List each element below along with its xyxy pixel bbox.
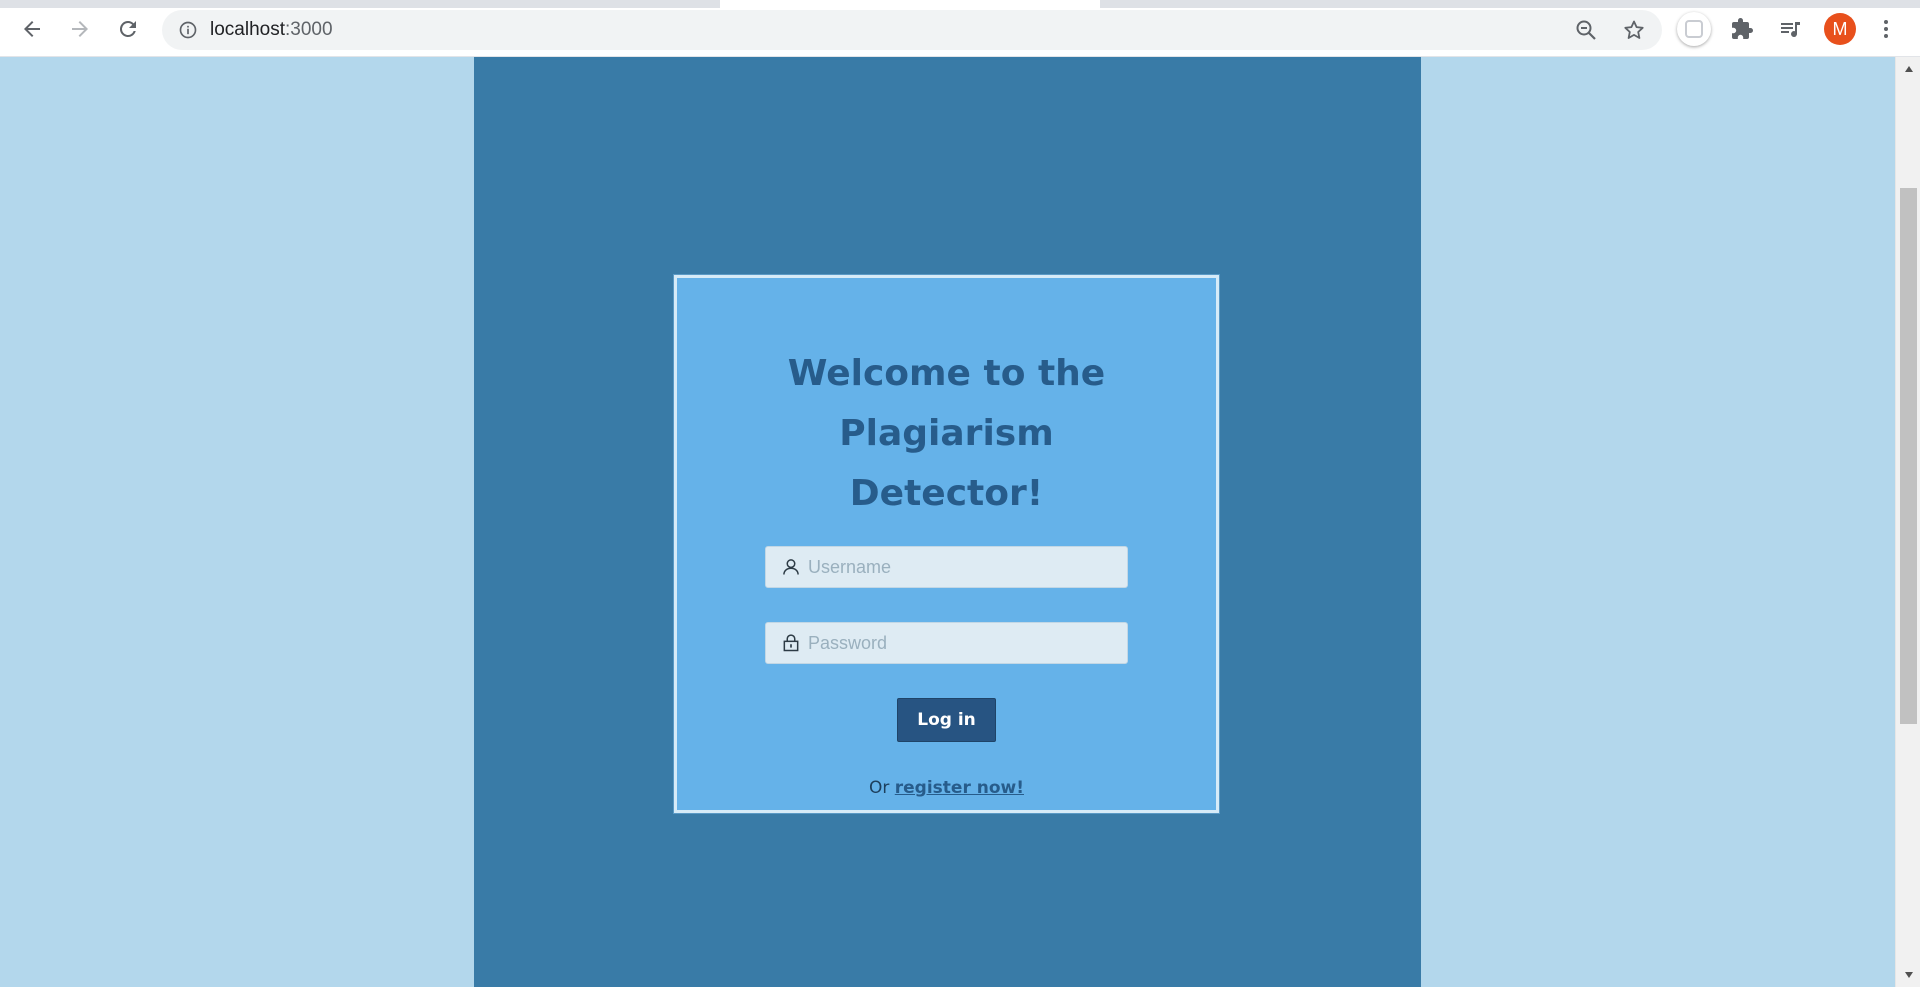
profile-button[interactable]: M — [1822, 12, 1858, 46]
scroll-up-arrow-icon[interactable] — [1896, 59, 1920, 79]
back-button[interactable] — [12, 12, 52, 46]
scroll-down-arrow-icon[interactable] — [1896, 965, 1920, 985]
forward-button[interactable] — [60, 12, 100, 46]
browser-toolbar: localhost:3000 M — [0, 0, 1920, 57]
username-input[interactable] — [808, 556, 1108, 578]
register-link[interactable]: register now! — [895, 778, 1024, 798]
media-queue-icon — [1781, 22, 1800, 38]
register-prompt: Or register now! — [869, 778, 1024, 798]
url-port: :3000 — [285, 19, 333, 40]
scrollbar-thumb[interactable] — [1900, 188, 1917, 724]
password-input[interactable] — [808, 632, 1108, 654]
password-field[interactable] — [765, 622, 1128, 664]
url-host: localhost — [210, 19, 285, 40]
media-queue-button[interactable] — [1772, 12, 1808, 46]
info-icon[interactable] — [176, 18, 200, 42]
extensions-button[interactable] — [1724, 12, 1760, 46]
avatar: M — [1824, 13, 1856, 45]
kebab-menu-icon — [1884, 20, 1888, 38]
lock-icon — [780, 632, 802, 654]
page-viewport: Welcome to the Plagiarism Detector! Log … — [0, 57, 1895, 987]
login-card: Welcome to the Plagiarism Detector! Log … — [674, 275, 1219, 813]
vertical-scrollbar[interactable] — [1895, 57, 1920, 987]
arrow-right-icon — [72, 21, 88, 37]
extension-app-icon — [1677, 12, 1711, 46]
zoom-out-icon[interactable] — [1566, 10, 1606, 50]
reload-icon — [119, 20, 136, 37]
tab-strip — [0, 0, 1920, 8]
extension-app-button[interactable] — [1676, 12, 1712, 46]
content-column: Welcome to the Plagiarism Detector! Log … — [474, 57, 1421, 987]
arrow-left-icon — [24, 21, 40, 37]
active-tab-edge[interactable] — [720, 0, 1100, 8]
username-field[interactable] — [765, 546, 1128, 588]
page-title: Welcome to the Plagiarism Detector! — [787, 353, 1106, 514]
puzzle-icon — [1732, 18, 1753, 39]
url-text[interactable]: localhost:3000 — [210, 19, 333, 41]
user-icon — [780, 556, 802, 578]
address-bar[interactable]: localhost:3000 — [162, 10, 1662, 50]
browser-menu-button[interactable] — [1868, 12, 1904, 46]
register-prefix: Or — [868, 778, 890, 798]
login-button[interactable]: Log in — [897, 698, 996, 742]
star-icon[interactable] — [1614, 10, 1654, 50]
reload-button[interactable] — [108, 12, 148, 46]
